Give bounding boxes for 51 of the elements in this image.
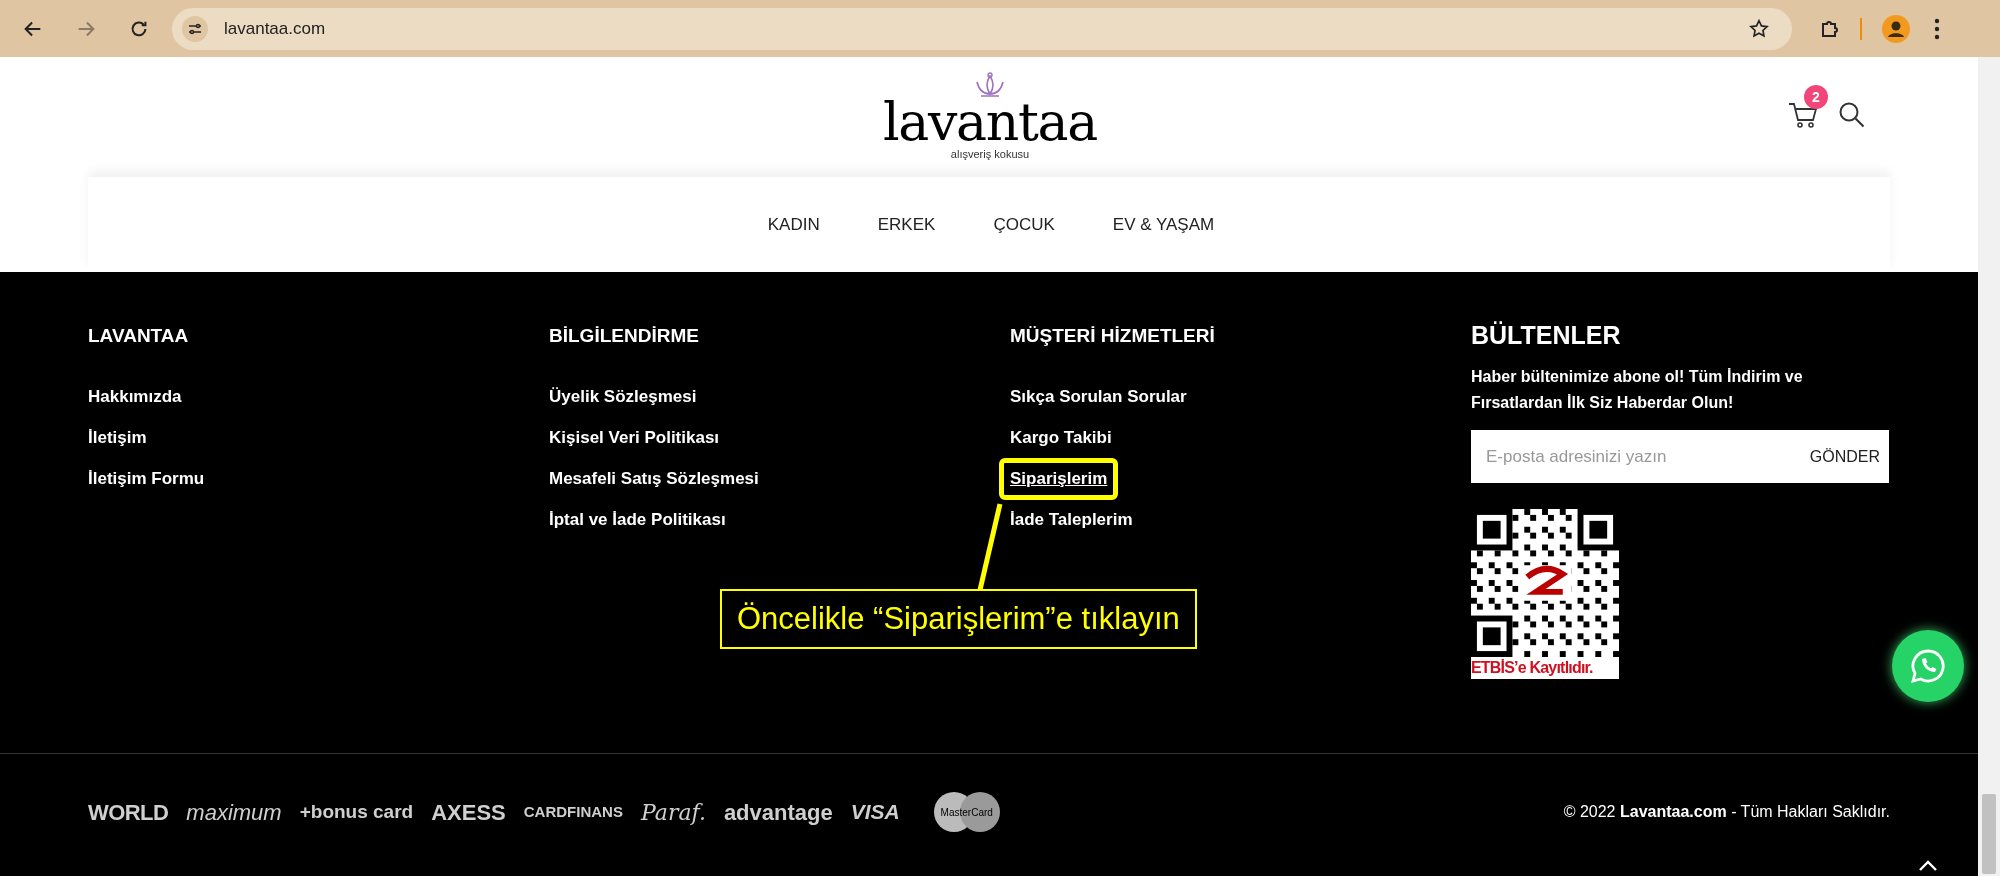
category-link[interactable]: ERKEK	[877, 211, 936, 238]
payment-logo: VISA	[850, 799, 900, 826]
search-icon[interactable]	[1838, 101, 1866, 129]
payment-logo: WORLD	[88, 798, 169, 827]
payment-logo: Paraf.	[640, 798, 706, 827]
send-button[interactable]: GÖNDER	[1809, 444, 1880, 469]
footer-link[interactable]: Siparişlerim	[999, 458, 1119, 500]
lotus-icon	[973, 71, 1007, 100]
footer-link[interactable]: İletişim Formu	[88, 466, 205, 492]
payment-logo: +bonus card	[299, 799, 414, 824]
payment-logo: CARDFINANS	[523, 801, 623, 822]
more-menu-icon[interactable]	[1934, 17, 1940, 40]
logo-tagline: alışveriş kokusu	[950, 146, 1030, 162]
bookmark-star-icon[interactable]	[1748, 17, 1770, 40]
footer-link[interactable]: Üyelik Sözleşmesi	[549, 384, 697, 410]
annotation-text: Öncelikle “Siparişlerim”e tıklayın	[737, 599, 1180, 638]
whatsapp-button[interactable]	[1892, 630, 1964, 702]
category-link[interactable]: KADIN	[767, 211, 820, 238]
footer-link[interactable]: Sıkça Sorulan Sorular	[1010, 384, 1187, 410]
copyright-text: © 2022 Lavantaa.com - Tüm Hakları Saklıdır.	[1563, 802, 1890, 822]
cart-count-badge: 2	[1804, 85, 1828, 109]
shopping-cart-icon[interactable]	[1788, 101, 1818, 129]
category-link[interactable]: EV & YAŞAM	[1112, 211, 1215, 238]
footer-column-heading: MÜŞTERİ HİZMETLERİ	[1010, 324, 1216, 348]
site-logo[interactable]: lavantaa alışveriş kokusu	[883, 71, 1097, 163]
payment-logo: advantage	[723, 798, 833, 827]
category-link[interactable]: ÇOCUK	[993, 211, 1055, 238]
footer-link[interactable]: Kişisel Veri Politikası	[549, 425, 720, 451]
payment-logo: AXESS	[431, 798, 506, 827]
profile-avatar-icon[interactable]	[1882, 14, 1910, 43]
footer-link[interactable]: İptal ve İade Politikası	[549, 507, 726, 533]
etbis-label: ETBİS’e Kayıtlıdır.	[1471, 657, 1619, 679]
footer-link[interactable]: Hakkımızda	[88, 384, 182, 410]
footer-link[interactable]: İade Taleplerim	[1010, 507, 1133, 533]
site-settings-icon[interactable]	[182, 15, 208, 42]
address-bar[interactable]: lavantaa.com	[172, 7, 1792, 50]
payment-logo: maximum	[186, 798, 282, 827]
footer-link[interactable]: Kargo Takibi	[1010, 425, 1112, 451]
scrollbar-thumb[interactable]	[1982, 794, 1996, 874]
chat-bubble-phone-icon	[1910, 648, 1946, 684]
url-text: lavantaa.com	[224, 17, 326, 40]
footer-link[interactable]: Mesafeli Satış Sözleşmesi	[549, 466, 759, 492]
newsletter-email-field[interactable]: E-posta adresinizi yazın GÖNDER	[1471, 430, 1889, 483]
footer-link[interactable]: İletişim	[88, 425, 147, 451]
scroll-to-top-icon[interactable]	[1918, 860, 1938, 872]
newsletter-heading: BÜLTENLER	[1471, 320, 1622, 350]
newsletter-description: Haber bültenimize abone ol! Tüm İndirim ve Fırsatlardan İlk Siz Haberdar Olun!	[1471, 367, 1804, 413]
footer-column-heading: BİLGİLENDİRME	[549, 324, 700, 348]
logo-wordmark: lavantaa	[883, 99, 1097, 144]
payment-logo: MasterCard	[933, 792, 1000, 832]
footer-column-heading: LAVANTAA	[88, 324, 190, 348]
